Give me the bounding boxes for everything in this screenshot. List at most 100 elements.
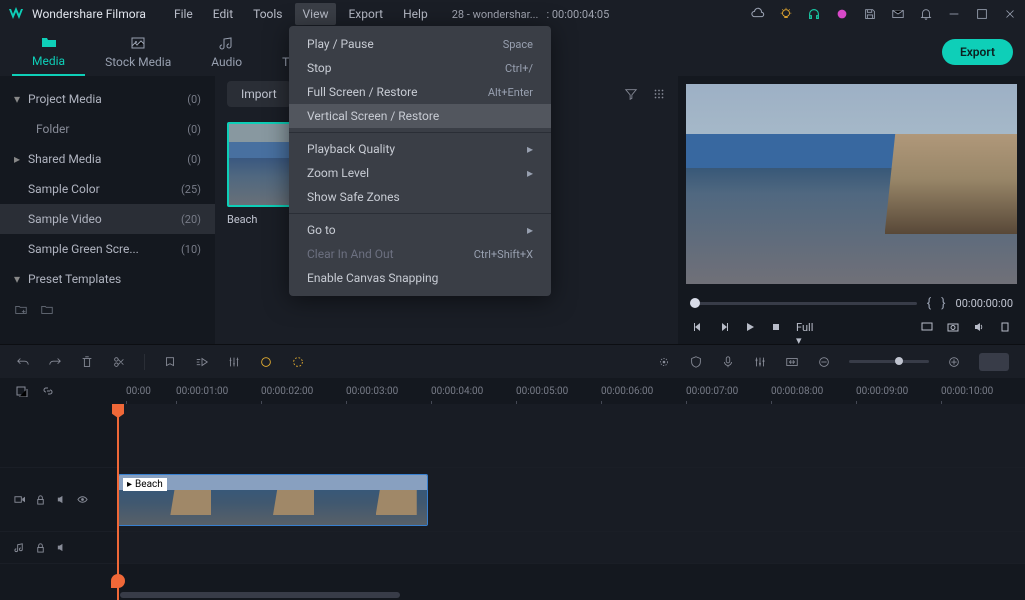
dd-playback-quality[interactable]: Playback Quality▸ bbox=[289, 137, 551, 161]
titlebar: Wondershare Filmora File Edit Tools View… bbox=[0, 0, 1025, 28]
preview-time: 00:00:00:00 bbox=[956, 297, 1013, 310]
export-button[interactable]: Export bbox=[942, 39, 1013, 65]
sphere-icon[interactable] bbox=[835, 7, 849, 21]
record-icon[interactable] bbox=[657, 355, 671, 369]
playhead[interactable] bbox=[117, 404, 119, 600]
split-icon[interactable] bbox=[112, 355, 126, 369]
menu-view[interactable]: View bbox=[295, 3, 337, 25]
lock-icon[interactable] bbox=[35, 494, 46, 505]
dd-vertical-screen[interactable]: Vertical Screen / Restore bbox=[289, 104, 551, 128]
tab-audio[interactable]: Audio bbox=[191, 29, 262, 75]
lock-icon[interactable] bbox=[35, 542, 46, 553]
undo-icon[interactable] bbox=[16, 355, 30, 369]
app-logo-icon bbox=[8, 6, 24, 22]
dd-goto[interactable]: Go to▸ bbox=[289, 218, 551, 242]
snapshot-icon[interactable] bbox=[947, 321, 959, 333]
close-icon[interactable] bbox=[1003, 7, 1017, 21]
lightbulb-icon[interactable] bbox=[779, 7, 793, 21]
sidebar-item-preset-templates[interactable]: ▾Preset Templates bbox=[0, 264, 215, 294]
maximize-icon[interactable] bbox=[975, 7, 989, 21]
video-track-1: ▸ Beach bbox=[0, 468, 1025, 532]
save-icon[interactable] bbox=[863, 7, 877, 21]
speed-icon[interactable] bbox=[195, 355, 209, 369]
timeline-snapshot[interactable] bbox=[979, 353, 1009, 371]
quality-selector[interactable]: Full ▾ bbox=[796, 321, 808, 333]
eye-icon[interactable] bbox=[77, 494, 88, 505]
timeline-scrollbar[interactable] bbox=[120, 592, 400, 598]
video-track-head bbox=[0, 494, 118, 505]
marker-icon[interactable] bbox=[163, 355, 177, 369]
image-icon bbox=[130, 35, 146, 51]
sidebar-item-sample-video[interactable]: Sample Video(20) bbox=[0, 204, 215, 234]
menu-edit[interactable]: Edit bbox=[205, 3, 241, 25]
dd-safe-zones[interactable]: Show Safe Zones bbox=[289, 185, 551, 209]
menu-tools[interactable]: Tools bbox=[245, 3, 290, 25]
sidebar-item-folder[interactable]: Folder(0) bbox=[0, 114, 215, 144]
adjust-icon[interactable] bbox=[227, 355, 241, 369]
tab-media[interactable]: Media bbox=[12, 28, 85, 76]
import-button[interactable]: Import bbox=[227, 81, 291, 107]
clipboard-icon[interactable] bbox=[999, 321, 1011, 333]
menu-help[interactable]: Help bbox=[395, 3, 436, 25]
step-fwd-icon[interactable] bbox=[718, 321, 730, 333]
display-icon[interactable] bbox=[921, 321, 933, 333]
timeline-toolbar bbox=[0, 344, 1025, 378]
folder-icon[interactable] bbox=[40, 302, 54, 316]
mail-icon[interactable] bbox=[891, 7, 905, 21]
dd-stop[interactable]: StopCtrl+/ bbox=[289, 56, 551, 80]
clip-label: ▸ Beach bbox=[123, 478, 167, 491]
fit-icon[interactable] bbox=[785, 355, 799, 369]
sidebar-item-sample-color[interactable]: Sample Color(25) bbox=[0, 174, 215, 204]
timeline: ▸ Beach bbox=[0, 404, 1025, 600]
tab-media-label: Media bbox=[32, 54, 65, 68]
zoom-in-icon[interactable] bbox=[947, 355, 961, 369]
mark-in-icon[interactable]: { bbox=[927, 296, 931, 311]
dd-zoom-level[interactable]: Zoom Level▸ bbox=[289, 161, 551, 185]
chevron-right-icon: ▸ bbox=[527, 223, 533, 237]
mic-icon[interactable] bbox=[721, 355, 735, 369]
link-icon[interactable] bbox=[42, 385, 54, 397]
crop-icon[interactable] bbox=[291, 355, 305, 369]
scrub-track[interactable] bbox=[690, 302, 917, 305]
cloud-icon[interactable] bbox=[751, 7, 765, 21]
minimize-icon[interactable] bbox=[947, 7, 961, 21]
step-back-icon[interactable] bbox=[692, 321, 704, 333]
play-icon[interactable] bbox=[744, 321, 756, 333]
new-folder-icon[interactable] bbox=[14, 302, 28, 316]
preview-viewport[interactable] bbox=[686, 84, 1017, 284]
redo-icon[interactable] bbox=[48, 355, 62, 369]
mark-out-icon[interactable]: } bbox=[941, 296, 945, 311]
menu-export[interactable]: Export bbox=[340, 3, 391, 25]
notification-icon[interactable] bbox=[919, 7, 933, 21]
zoom-out-icon[interactable] bbox=[817, 355, 831, 369]
delete-icon[interactable] bbox=[80, 355, 94, 369]
headphones-icon[interactable] bbox=[807, 7, 821, 21]
mute-icon[interactable] bbox=[56, 494, 67, 505]
audio-track-body[interactable] bbox=[118, 532, 1025, 563]
dd-play-pause[interactable]: Play / PauseSpace bbox=[289, 32, 551, 56]
stop-icon[interactable] bbox=[770, 321, 782, 333]
sidebar-item-sample-green[interactable]: Sample Green Scre...(10) bbox=[0, 234, 215, 264]
tab-stock-media[interactable]: Stock Media bbox=[85, 29, 191, 75]
track-add-icon[interactable] bbox=[16, 385, 28, 397]
sidebar-item-shared-media[interactable]: ▸Shared Media(0) bbox=[0, 144, 215, 174]
mute-icon[interactable] bbox=[56, 542, 67, 553]
dd-fullscreen[interactable]: Full Screen / RestoreAlt+Enter bbox=[289, 80, 551, 104]
ruler-ticks[interactable]: 00:00 00:00:01:00 00:00:02:00 00:00:03:0… bbox=[118, 378, 1025, 404]
menu-file[interactable]: File bbox=[166, 3, 201, 25]
sidebar-item-project-media[interactable]: ▾Project Media(0) bbox=[0, 84, 215, 114]
zoom-slider[interactable] bbox=[849, 360, 929, 363]
preview-controls: Full ▾ bbox=[678, 313, 1025, 341]
menubar: File Edit Tools View Export Help bbox=[166, 3, 436, 25]
video-track-body[interactable]: ▸ Beach bbox=[118, 468, 1025, 531]
video-track-icon bbox=[14, 494, 25, 505]
dd-canvas-snapping[interactable]: Enable Canvas Snapping bbox=[289, 266, 551, 290]
timeline-clip-beach[interactable]: ▸ Beach bbox=[118, 474, 428, 526]
mixer-icon[interactable] bbox=[753, 355, 767, 369]
color-icon[interactable] bbox=[259, 355, 273, 369]
filter-icon[interactable] bbox=[624, 87, 638, 101]
grid-view-icon[interactable] bbox=[652, 87, 666, 101]
shield-icon[interactable] bbox=[689, 355, 703, 369]
project-name: 28 - wondershar... bbox=[452, 8, 539, 21]
volume-icon[interactable] bbox=[973, 321, 985, 333]
